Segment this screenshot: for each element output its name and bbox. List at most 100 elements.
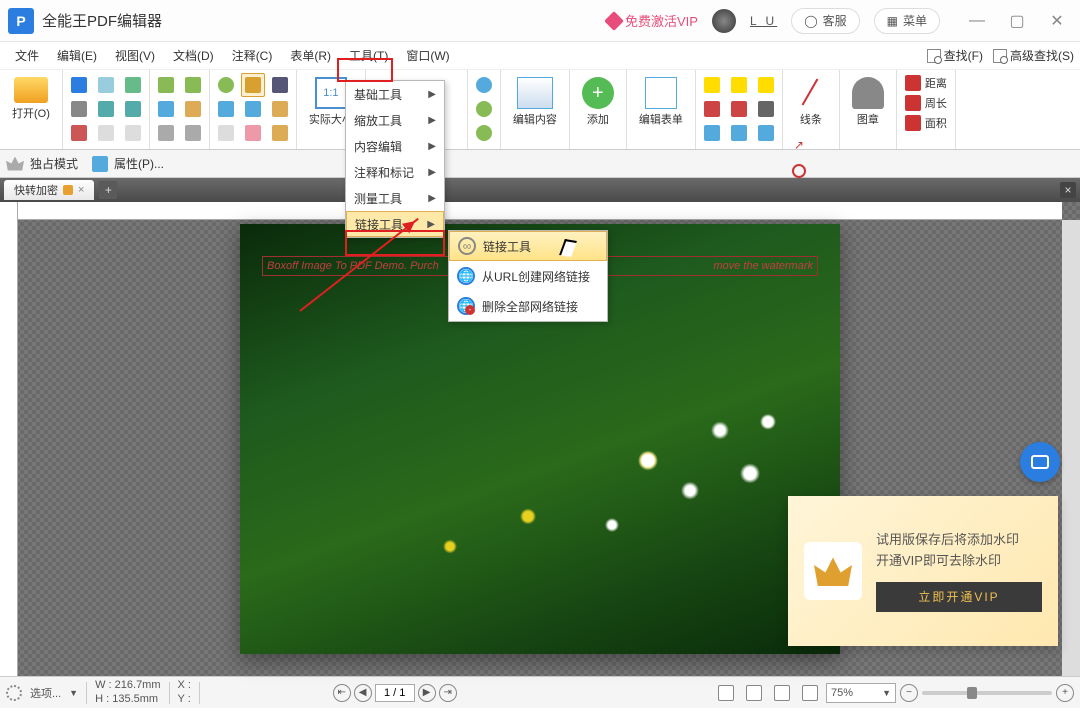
strike-icon[interactable] bbox=[700, 97, 724, 121]
note-icon[interactable] bbox=[754, 73, 778, 97]
menu-document[interactable]: 文档(D) bbox=[164, 42, 223, 69]
tab-close-button[interactable]: × bbox=[78, 184, 84, 196]
add-button[interactable]: + 添加 bbox=[574, 73, 622, 131]
text-select-icon[interactable] bbox=[241, 97, 265, 121]
saveas-icon[interactable] bbox=[94, 73, 118, 97]
menu-tools[interactable]: 工具(T) bbox=[340, 42, 397, 69]
scan-icon[interactable] bbox=[94, 97, 118, 121]
save-icon[interactable] bbox=[67, 73, 91, 97]
sm-link-tool[interactable]: ∞ 链接工具 bbox=[449, 231, 607, 261]
highlight-t-icon[interactable] bbox=[700, 73, 724, 97]
menu-button[interactable]: ▦ 菜单 bbox=[874, 8, 940, 34]
tabbar-close-button[interactable]: × bbox=[1060, 182, 1076, 198]
cut-icon[interactable] bbox=[154, 121, 178, 145]
lines-button[interactable]: 线条 bbox=[787, 73, 835, 131]
chevron-down-icon[interactable]: ▼ bbox=[69, 688, 78, 698]
clipboard-icon[interactable] bbox=[268, 97, 292, 121]
t2-icon[interactable] bbox=[241, 121, 265, 145]
new-icon[interactable] bbox=[121, 97, 145, 121]
dd-link-tools[interactable]: 链接工具▶ bbox=[346, 211, 444, 237]
tab-add-button[interactable]: + bbox=[99, 181, 117, 199]
print-icon[interactable] bbox=[67, 97, 91, 121]
menu-comment[interactable]: 注释(C) bbox=[223, 42, 282, 69]
open-vip-button[interactable]: 立即开通VIP bbox=[876, 582, 1042, 612]
close-button[interactable]: ✕ bbox=[1042, 6, 1072, 36]
dd-zoom-tools[interactable]: 缩放工具▶ bbox=[346, 107, 444, 133]
menu-file[interactable]: 文件 bbox=[6, 42, 48, 69]
edit-form-button[interactable]: 编辑表单 bbox=[631, 73, 691, 131]
dd-annotate[interactable]: 注释和标记▶ bbox=[346, 159, 444, 185]
prev-page-button[interactable]: ◀ bbox=[354, 684, 372, 702]
floating-action-button[interactable] bbox=[1020, 442, 1060, 482]
menu-window[interactable]: 窗口(W) bbox=[397, 42, 458, 69]
find-button[interactable]: 查找(F) bbox=[927, 47, 983, 64]
zoom-slider[interactable] bbox=[922, 691, 1052, 695]
close-doc-icon[interactable] bbox=[67, 121, 91, 145]
area-button[interactable]: 面积 bbox=[901, 113, 951, 133]
underline-icon[interactable] bbox=[700, 121, 724, 145]
snapshot-icon[interactable] bbox=[268, 73, 292, 97]
blank-icon[interactable] bbox=[94, 121, 118, 145]
distance-button[interactable]: 距离 bbox=[901, 73, 951, 93]
dd-basic-tools[interactable]: 基础工具▶ bbox=[346, 81, 444, 107]
activate-vip-link[interactable]: 免费激活VIP bbox=[607, 11, 698, 30]
rot2-icon[interactable] bbox=[472, 121, 496, 145]
text-t-icon[interactable] bbox=[727, 73, 751, 97]
document-tab[interactable]: 快转加密 × bbox=[4, 180, 94, 200]
sound-icon[interactable] bbox=[754, 121, 778, 145]
copy-icon[interactable] bbox=[154, 97, 178, 121]
find-icon bbox=[993, 49, 1007, 63]
stamp-button[interactable]: 图章 bbox=[844, 73, 892, 131]
vertical-ruler bbox=[0, 202, 18, 676]
t3-icon[interactable] bbox=[268, 121, 292, 145]
box-t2-icon[interactable] bbox=[727, 121, 751, 145]
dd-measure[interactable]: 测量工具▶ bbox=[346, 185, 444, 211]
paste-icon[interactable] bbox=[181, 97, 205, 121]
perimeter-button[interactable]: 周长 bbox=[901, 93, 951, 113]
menu-form[interactable]: 表单(R) bbox=[281, 42, 340, 69]
dd-content-edit[interactable]: 内容编辑▶ bbox=[346, 133, 444, 159]
rotate-left-icon[interactable] bbox=[214, 73, 238, 97]
edit-content-button[interactable]: 编辑内容 bbox=[505, 73, 565, 131]
properties-button[interactable]: 属性(P)... bbox=[114, 155, 164, 172]
avatar[interactable] bbox=[712, 9, 736, 33]
next-page-button[interactable]: ▶ bbox=[418, 684, 436, 702]
advanced-find-button[interactable]: 高级查找(S) bbox=[993, 47, 1074, 64]
minimize-button[interactable]: — bbox=[962, 6, 992, 36]
t1-icon[interactable] bbox=[214, 121, 238, 145]
menu-view[interactable]: 视图(V) bbox=[106, 42, 164, 69]
exclusive-mode-button[interactable]: 独占模式 bbox=[30, 155, 78, 172]
open-button[interactable]: 打开(O) bbox=[4, 73, 58, 125]
redo-icon[interactable] bbox=[181, 73, 205, 97]
undo-icon[interactable] bbox=[154, 73, 178, 97]
zoom-in-icon[interactable] bbox=[472, 73, 496, 97]
box-t-icon[interactable] bbox=[727, 97, 751, 121]
layout-facing-icon[interactable] bbox=[770, 681, 794, 705]
zoom-select[interactable]: 75%▼ bbox=[826, 683, 896, 703]
email-icon[interactable] bbox=[121, 73, 145, 97]
support-button[interactable]: ◯ 客服 bbox=[791, 8, 859, 34]
zoom-out-button[interactable]: − bbox=[900, 684, 918, 702]
zoom-in-button[interactable]: + bbox=[1056, 684, 1074, 702]
rot1-icon[interactable] bbox=[472, 97, 496, 121]
arrow-icon[interactable]: ↗ bbox=[787, 133, 811, 157]
attach-icon[interactable] bbox=[754, 97, 778, 121]
menu-edit[interactable]: 编辑(E) bbox=[48, 42, 106, 69]
user-name[interactable]: L U bbox=[750, 14, 777, 28]
delete-icon[interactable] bbox=[181, 121, 205, 145]
options-button[interactable]: 选项... bbox=[30, 685, 61, 701]
sm-create-url-link[interactable]: 🌐 从URL创建网络链接 bbox=[449, 261, 607, 291]
first-page-button[interactable]: ⇤ bbox=[333, 684, 351, 702]
sm-delete-links[interactable]: 🌐- 删除全部网络链接 bbox=[449, 291, 607, 321]
maximize-button[interactable]: ▢ bbox=[1002, 6, 1032, 36]
select-icon[interactable] bbox=[214, 97, 238, 121]
layout-cont-icon[interactable] bbox=[742, 681, 766, 705]
layout-single-icon[interactable] bbox=[714, 681, 738, 705]
blank2-icon[interactable] bbox=[121, 121, 145, 145]
last-page-button[interactable]: ⇥ bbox=[439, 684, 457, 702]
vertical-scrollbar[interactable] bbox=[1062, 220, 1080, 676]
hand-icon[interactable] bbox=[241, 73, 265, 97]
layout-facing-cont-icon[interactable] bbox=[798, 681, 822, 705]
page-input[interactable] bbox=[375, 684, 415, 702]
gear-icon[interactable] bbox=[6, 685, 22, 701]
